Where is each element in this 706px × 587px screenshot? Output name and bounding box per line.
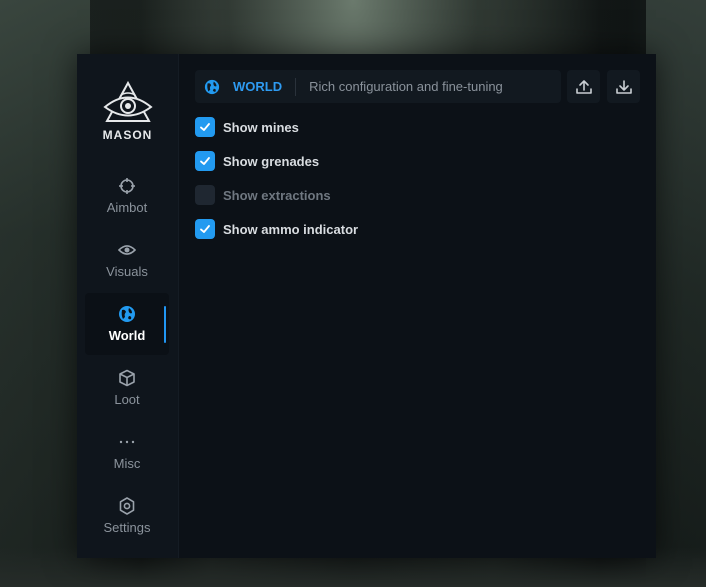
- globe-icon: [119, 306, 135, 322]
- upload-icon: [575, 79, 592, 94]
- upload-config-button[interactable]: [567, 70, 600, 103]
- section-description: Rich configuration and fine-tuning: [309, 79, 503, 94]
- sidebar-item-label: Settings: [103, 520, 151, 535]
- sidebar-item-aimbot[interactable]: Aimbot: [85, 165, 169, 227]
- header-divider: [295, 77, 297, 96]
- option-label: Show grenades: [223, 153, 320, 169]
- option-show-mines[interactable]: Show mines: [195, 117, 299, 137]
- option-label: Show mines: [223, 119, 299, 135]
- sidebar-item-misc[interactable]: Misc: [85, 421, 169, 483]
- box-icon: [119, 369, 135, 387]
- sidebar-item-settings[interactable]: Settings: [85, 485, 169, 547]
- more-dots-icon: [119, 440, 135, 444]
- checkbox-unchecked[interactable]: [195, 185, 215, 205]
- sidebar-item-label: Aimbot: [106, 200, 148, 215]
- globe-icon: [204, 79, 220, 94]
- check-icon: [200, 123, 210, 131]
- sidebar-item-loot[interactable]: Loot: [85, 357, 169, 419]
- option-label: Show extractions: [223, 187, 331, 203]
- option-show-extractions[interactable]: Show extractions: [195, 185, 331, 205]
- sidebar-item-label: Loot: [114, 392, 140, 407]
- settings-window: MASON Aimbot Visuals World Loot Misc Set…: [77, 54, 656, 558]
- eye-pyramid-logo-icon: [102, 80, 153, 122]
- option-label: Show ammo indicator: [223, 221, 359, 237]
- sidebar-item-visuals[interactable]: Visuals: [85, 229, 169, 291]
- eye-icon: [118, 245, 136, 255]
- download-icon: [615, 79, 632, 94]
- checkbox-checked[interactable]: [195, 219, 215, 239]
- option-show-ammo-indicator[interactable]: Show ammo indicator: [195, 219, 358, 239]
- checkbox-checked[interactable]: [195, 151, 215, 171]
- crosshair-icon: [119, 178, 135, 194]
- download-config-button[interactable]: [607, 70, 640, 103]
- sidebar-item-label: Misc: [113, 456, 141, 471]
- option-show-grenades[interactable]: Show grenades: [195, 151, 319, 171]
- section-title: WORLD: [233, 79, 283, 94]
- brand-logo: MASON: [77, 80, 178, 142]
- sidebar: MASON Aimbot Visuals World Loot Misc Set…: [77, 54, 179, 558]
- sidebar-item-label: Visuals: [106, 264, 148, 279]
- sidebar-item-label: World: [108, 328, 146, 343]
- gear-icon: [119, 497, 135, 515]
- checkbox-checked[interactable]: [195, 117, 215, 137]
- check-icon: [200, 157, 210, 165]
- sidebar-item-world[interactable]: World: [85, 293, 169, 355]
- section-header: WORLD Rich configuration and fine-tuning: [195, 70, 561, 103]
- check-icon: [200, 225, 210, 233]
- brand-name: MASON: [102, 128, 153, 142]
